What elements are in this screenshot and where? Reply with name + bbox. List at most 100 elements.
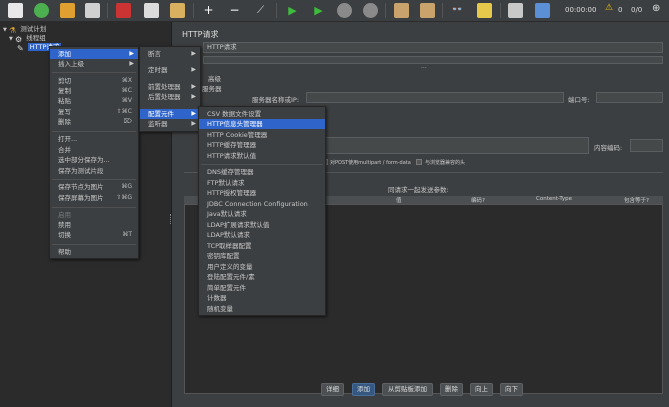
cut-icon[interactable] <box>116 3 131 18</box>
encoding-field[interactable] <box>630 139 663 152</box>
menu-item-insert-parent[interactable]: 插入上级 ▶ <box>50 59 138 69</box>
config-item-cookie-manager[interactable]: HTTP Cookie管理器 <box>199 130 325 140</box>
add-from-clipboard-button[interactable]: 从剪贴板添加 <box>382 383 433 396</box>
menu-item-save-screen-image[interactable]: 保存屏幕为图片 ⇧⌘G <box>50 193 138 203</box>
config-item-ftp-defaults[interactable]: FTP默认请求 <box>199 178 325 188</box>
config-item-request-defaults[interactable]: HTTP请求默认值 <box>199 151 325 161</box>
config-item-header-manager[interactable]: HTTP信息头管理器 <box>199 119 325 129</box>
config-item-user-variables[interactable]: 用户定义的变量 <box>199 262 325 272</box>
config-item-simple-config[interactable]: 简单配置元件 <box>199 283 325 293</box>
toggle-icon[interactable]: ⟋ <box>253 3 268 18</box>
reset-search-icon[interactable] <box>477 3 492 18</box>
config-item-login-config[interactable]: 登陆配置元件/素 <box>199 272 325 282</box>
expand-toggle-icon[interactable]: ▼ <box>3 27 7 33</box>
submenu-arrow-icon: ▶ <box>191 120 196 127</box>
path-field[interactable] <box>323 137 589 154</box>
expand-toggle-icon[interactable]: ▼ <box>9 36 13 42</box>
menu-item-enable: 启用 <box>58 211 71 219</box>
config-item-csv-data-set[interactable]: CSV 数据文件设置 <box>199 109 325 119</box>
menu-item-add[interactable]: 添加 ▶ <box>50 49 138 59</box>
send-params-label: 同请求一起发送参数: <box>388 186 449 194</box>
menu-item-merge[interactable]: 合并 <box>50 145 138 155</box>
menu-item-help[interactable]: 帮助 <box>50 247 138 257</box>
up-button[interactable]: 向上 <box>470 383 493 396</box>
function-helper-icon[interactable] <box>508 3 523 18</box>
copy-icon[interactable] <box>144 3 159 18</box>
col-include-equals[interactable]: 包含等于? <box>624 196 649 204</box>
config-item-tcp-config[interactable]: TCP取样器配置 <box>199 241 325 251</box>
config-item-dns-cache[interactable]: DNS缓存管理器 <box>199 167 325 177</box>
submenu-item-timers[interactable]: 定时器 ▶ <box>140 65 200 75</box>
expand-icon[interactable]: + <box>201 3 216 18</box>
col-encode[interactable]: 编码? <box>471 196 485 204</box>
start-no-pause-icon[interactable]: ▶ <box>311 3 326 18</box>
detail-button[interactable]: 详细 <box>321 383 344 396</box>
start-icon[interactable]: ▶ <box>285 3 300 18</box>
config-item-ldap-ext-defaults[interactable]: LDAP扩展请求默认值 <box>199 220 325 230</box>
delete-button[interactable]: 删除 <box>440 383 463 396</box>
config-item-java-defaults[interactable]: Java默认请求 <box>199 209 325 219</box>
submenu-item-config-elements[interactable]: 配置元件 ▶ <box>140 109 200 119</box>
context-menu: 添加 ▶ 插入上级 ▶ 剪切 ⌘X 复制 ⌘C 粘贴 ⌘V 复写 ⇧⌘C 删除 ⌦ 打开...… <box>49 46 139 259</box>
config-item-cache-manager[interactable]: HTTP缓存管理器 <box>199 140 325 150</box>
stop-icon[interactable] <box>337 3 352 18</box>
config-item-auth-manager[interactable]: HTTP授权管理器 <box>199 188 325 198</box>
browser-headers-label: 与浏览器兼容的头 <box>425 160 466 166</box>
col-content-type[interactable]: Content-Type <box>536 196 572 202</box>
globe-icon[interactable]: ⊕ <box>652 3 660 14</box>
submenu-item-pre-processors[interactable]: 前置处理器 ▶ <box>140 82 200 92</box>
config-item-ldap-defaults[interactable]: LDAP默认请求 <box>199 230 325 240</box>
test-plan-icon: ⚗ <box>8 25 17 35</box>
name-field[interactable]: HTTP请求 <box>203 42 663 53</box>
server-field[interactable] <box>306 92 564 103</box>
templates-icon[interactable] <box>34 3 49 18</box>
config-item-counter[interactable]: 计数器 <box>199 293 325 303</box>
warning-count: 0 <box>618 6 623 14</box>
search-icon[interactable]: 👓 <box>450 3 465 18</box>
menu-item-save-selection[interactable]: 选中部分保存为... <box>50 155 138 165</box>
port-label: 端口号: <box>568 96 590 104</box>
submenu-item-assertions[interactable]: 断言 ▶ <box>140 49 200 59</box>
menu-item-paste[interactable]: 粘贴 ⌘V <box>50 96 138 106</box>
help-icon[interactable] <box>535 3 550 18</box>
col-value[interactable]: 值 <box>396 196 402 204</box>
server-label: 服务器名称或IP: <box>252 96 300 104</box>
submenu-item-listeners[interactable]: 监听器 ▶ <box>140 119 200 129</box>
clear-all-icon[interactable] <box>420 3 435 18</box>
submenu-arrow-icon: ▶ <box>191 110 196 117</box>
multipart-label: 对POST使用multipart / form-data <box>330 160 411 166</box>
toolbar: + − ⟋ ▶ ▶ 👓 00:00:00 ⚠ 0 0/0 ⊕ <box>0 0 669 22</box>
config-elements-menu: CSV 数据文件设置 HTTP信息头管理器 HTTP Cookie管理器 HTT… <box>198 106 326 316</box>
menu-item-save-fragment[interactable]: 保存为测试片段 <box>50 166 138 176</box>
config-item-jdbc-config[interactable]: JDBC Connection Configuration <box>199 199 325 209</box>
save-icon[interactable] <box>85 3 100 18</box>
comments-field[interactable] <box>203 56 663 64</box>
menu-item-disable[interactable]: 禁用 <box>50 220 138 230</box>
config-item-random-variable[interactable]: 随机变量 <box>199 304 325 314</box>
submenu-arrow-icon: ▶ <box>191 83 196 90</box>
port-field[interactable] <box>596 92 663 103</box>
collapse-icon[interactable]: − <box>227 3 242 18</box>
menu-item-cut[interactable]: 剪切 ⌘X <box>50 76 138 86</box>
shutdown-icon[interactable] <box>363 3 378 18</box>
menu-item-copy[interactable]: 复制 ⌘C <box>50 86 138 96</box>
down-button[interactable]: 向下 <box>500 383 523 396</box>
submenu-item-post-processors[interactable]: 后置处理器 ▶ <box>140 92 200 102</box>
open-icon[interactable] <box>60 3 75 18</box>
menu-item-open[interactable]: 打开... <box>50 134 138 144</box>
config-item-keystore[interactable]: 密钥库配置 <box>199 251 325 261</box>
paste-icon[interactable] <box>170 3 185 18</box>
splitter-handle[interactable] <box>170 214 172 224</box>
panel-title: HTTP请求 <box>182 30 219 39</box>
thread-count: 0/0 <box>631 6 643 14</box>
thread-group-icon: ⚙ <box>14 34 23 44</box>
menu-item-delete[interactable]: 删除 ⌦ <box>50 117 138 127</box>
menu-item-save-node-image[interactable]: 保存节点为图片 ⌘G <box>50 182 138 192</box>
add-button[interactable]: 添加 <box>352 383 375 396</box>
menu-item-duplicate[interactable]: 复写 ⇧⌘C <box>50 107 138 117</box>
browser-headers-checkbox[interactable] <box>416 159 422 165</box>
clear-icon[interactable] <box>394 3 409 18</box>
tabs-partial-advanced[interactable]: 高级 <box>208 73 221 83</box>
menu-item-toggle[interactable]: 切换 ⌘T <box>50 230 138 240</box>
new-icon[interactable] <box>8 3 23 18</box>
